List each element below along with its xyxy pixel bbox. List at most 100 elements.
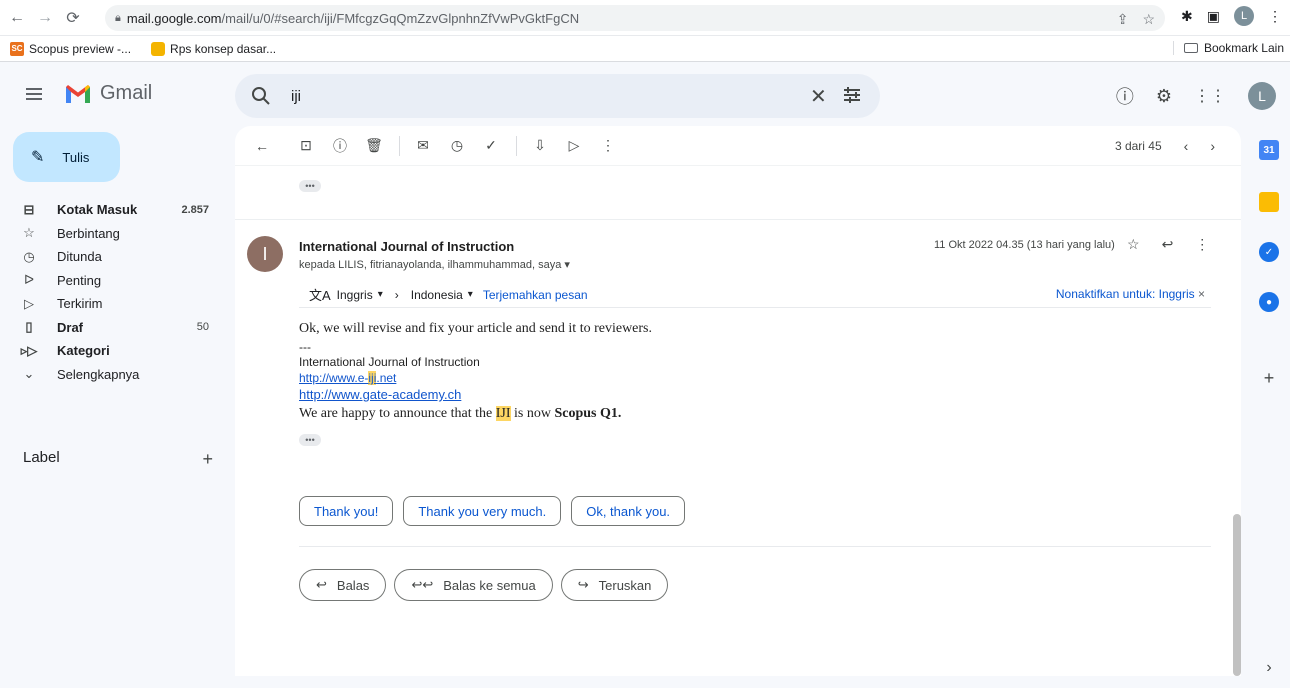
signature-name: International Journal of Instruction: [299, 355, 480, 369]
menu-kebab-icon[interactable]: ⋮: [1268, 8, 1282, 25]
reply-icon[interactable]: ↩: [1162, 236, 1174, 253]
gmail-m-icon: [66, 84, 90, 103]
get-addons-icon[interactable]: +: [1259, 368, 1279, 388]
archive-icon[interactable]: ⊡: [295, 135, 317, 157]
sidebar-item-snoozed[interactable]: ◷ Ditunda: [0, 245, 226, 269]
apps-grid-icon[interactable]: ⋮⋮: [1194, 86, 1226, 106]
compose-label: Tulis: [62, 149, 90, 165]
forward-button[interactable]: ↪ Teruskan: [560, 569, 669, 601]
details-dropdown-icon[interactable]: ▾: [564, 259, 570, 271]
calendar-icon[interactable]: 31: [1259, 140, 1279, 160]
forward-label: Teruskan: [598, 577, 652, 593]
star-message-icon[interactable]: ☆: [1127, 236, 1140, 253]
contacts-icon[interactable]: ●: [1259, 292, 1279, 312]
forward-icon: ↪: [577, 577, 589, 592]
show-side-panel-icon[interactable]: ›: [1259, 658, 1279, 678]
share-icon[interactable]: ⇪: [1117, 11, 1129, 28]
snooze-icon[interactable]: ◷: [446, 135, 468, 157]
sidebar-item-label: Berbintang: [57, 225, 120, 241]
search-input[interactable]: iji: [291, 88, 301, 105]
disable-translate[interactable]: Nonaktifkan untuk: Inggris ×: [1056, 287, 1205, 301]
gmail-logo[interactable]: Gmail: [64, 82, 152, 105]
move-to-icon[interactable]: ⇩: [529, 135, 551, 157]
show-trimmed-icon[interactable]: •••: [299, 434, 321, 446]
label-as-icon[interactable]: ▷: [563, 135, 585, 157]
older-icon[interactable]: ›: [1210, 138, 1215, 154]
bookmark-star-icon[interactable]: ☆: [1142, 11, 1155, 28]
back-to-list-icon[interactable]: ←: [251, 135, 273, 157]
star-icon: ☆: [23, 225, 35, 241]
settings-gear-icon[interactable]: ⚙: [1156, 86, 1172, 107]
translate-message-link[interactable]: Terjemahkan pesan: [483, 288, 588, 302]
mark-unread-icon[interactable]: ✉: [412, 135, 434, 157]
sidebar-item-sent[interactable]: ▷ Terkirim: [0, 292, 226, 316]
back-icon[interactable]: ←: [6, 7, 28, 29]
sidebar-item-label: Kotak Masuk: [57, 202, 138, 218]
keep-icon[interactable]: [1259, 192, 1279, 212]
sidebar-item-inbox[interactable]: ⊟ Kotak Masuk 2.857: [0, 198, 226, 222]
sender-name[interactable]: International Journal of Instruction: [299, 239, 514, 254]
reload-icon[interactable]: ⟳: [62, 7, 84, 29]
clear-search-icon[interactable]: ✕: [810, 84, 827, 109]
newer-icon[interactable]: ‹: [1184, 138, 1189, 154]
link-part: http://www.e-: [299, 371, 369, 385]
sidebar-item-drafts[interactable]: ▯ Draf 50: [0, 316, 226, 340]
bookmarks-bar: SC Scopus preview -... Rps konsep dasar.…: [0, 36, 1290, 62]
account-avatar[interactable]: L: [1248, 82, 1276, 110]
sender-avatar[interactable]: I: [247, 236, 283, 272]
message-body: Ok, we will revise and fix your article …: [299, 320, 1199, 446]
other-bookmarks-label: Bookmark Lain: [1203, 41, 1284, 55]
smart-reply-button[interactable]: Ok, thank you.: [571, 496, 686, 526]
address-bar[interactable]: 🔒︎ mail.google.com/mail/u/0/#search/iji/…: [105, 5, 1165, 31]
help-icon[interactable]: ⓘ: [1116, 83, 1134, 109]
sidepanel-icon[interactable]: ▣: [1207, 8, 1220, 25]
sidebar-item-categories[interactable]: ▹▷ Kategori: [0, 339, 226, 363]
delete-icon[interactable]: 🗑︎: [363, 135, 385, 157]
profile-avatar[interactable]: L: [1234, 6, 1254, 26]
reply-button[interactable]: ↩ Balas: [299, 569, 387, 601]
sidebar-item-important[interactable]: ᐅ Penting: [0, 269, 226, 293]
send-icon: ▷: [24, 295, 34, 311]
tasks-icon[interactable]: ✓: [1259, 242, 1279, 262]
close-icon[interactable]: ×: [1198, 287, 1205, 301]
reply-all-button[interactable]: ↩↩ Balas ke semua: [394, 569, 553, 601]
announce-highlight: IJI: [495, 406, 511, 421]
collapsed-previous-message[interactable]: •••: [235, 166, 1241, 220]
report-spam-icon[interactable]: ⓘ: [329, 135, 351, 157]
target-language[interactable]: Indonesia: [411, 288, 463, 302]
show-trimmed-icon[interactable]: •••: [299, 180, 321, 192]
add-label-icon[interactable]: +: [202, 449, 213, 470]
smart-replies: Thank you! Thank you very much. Ok, than…: [299, 496, 686, 526]
link-part: .net: [376, 371, 397, 385]
message-date: 11 Okt 2022 04.35 (13 hari yang lalu): [934, 239, 1115, 251]
other-bookmarks[interactable]: Bookmark Lain: [1172, 41, 1284, 55]
recipients[interactable]: kepada LILIS, fitrianayolanda, ilhammuha…: [299, 258, 570, 271]
main-menu-icon[interactable]: [26, 88, 42, 100]
more-options-icon[interactable]: ⋮: [597, 135, 619, 157]
bookmark-scopus[interactable]: SC Scopus preview -...: [10, 41, 131, 56]
journal-link[interactable]: http://www.e-iji.net: [299, 370, 1199, 386]
label-icon: ▹▷: [20, 342, 38, 358]
sidebar-item-label: Terkirim: [57, 296, 103, 312]
sidebar-item-starred[interactable]: ☆ Berbintang: [0, 222, 226, 246]
source-language[interactable]: Inggris: [337, 288, 373, 302]
search-bar[interactable]: iji ✕: [235, 74, 880, 118]
translate-bar: 文A Inggris ▾ › Indonesia ▾ Terjemahkan p…: [299, 282, 1211, 308]
message-more-icon[interactable]: ⋮: [1195, 236, 1209, 253]
labels-section: Label +: [23, 449, 213, 470]
smart-reply-button[interactable]: Thank you very much.: [403, 496, 562, 526]
sidebar-item-label: Penting: [57, 272, 102, 288]
add-task-icon[interactable]: ✓: [480, 135, 502, 157]
smart-reply-button[interactable]: Thank you!: [299, 496, 394, 526]
source-dropdown-icon[interactable]: ▾: [378, 289, 383, 300]
search-options-icon[interactable]: [842, 85, 862, 105]
sidebar-item-more[interactable]: ⌄ Selengkapnya: [0, 363, 226, 387]
scrollbar[interactable]: [1233, 514, 1241, 676]
search-icon[interactable]: [251, 86, 271, 106]
bookmark-rps[interactable]: Rps konsep dasar...: [151, 41, 276, 56]
forward-icon[interactable]: →: [34, 7, 56, 29]
compose-button[interactable]: ✎ Tulis: [13, 132, 120, 182]
gate-academy-link[interactable]: http://www.gate-academy.ch: [299, 386, 1199, 404]
extensions-icon[interactable]: ✱: [1181, 8, 1193, 25]
target-dropdown-icon[interactable]: ▾: [468, 289, 473, 300]
